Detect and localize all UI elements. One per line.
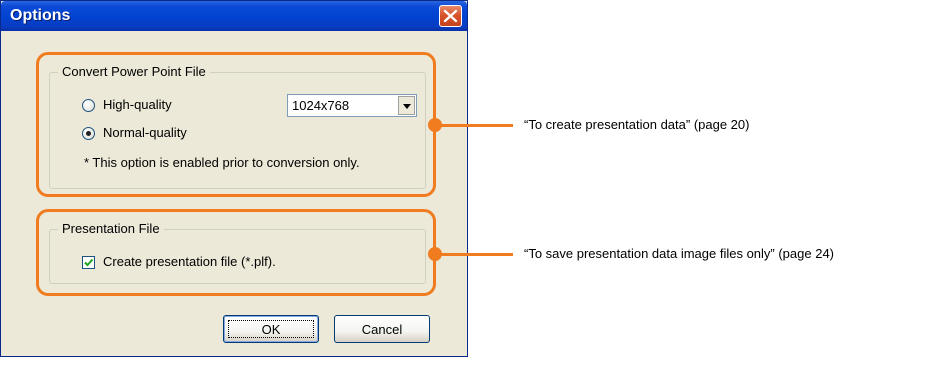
presentation-callout-line (440, 253, 513, 256)
close-icon (443, 9, 458, 23)
cancel-button-label: Cancel (361, 321, 403, 337)
presentation-callout-text: “To save presentation data image files o… (524, 246, 835, 261)
dialog-title: Options (10, 7, 71, 24)
convert-callout-line (440, 124, 513, 127)
convert-highlight-frame (36, 52, 436, 197)
title-bar[interactable]: Options (1, 1, 467, 31)
ok-button[interactable]: OK (223, 315, 319, 343)
focus-ring (228, 320, 314, 338)
cancel-button[interactable]: Cancel (334, 315, 430, 343)
convert-callout-text: “To create presentation data” (page 20) (524, 117, 750, 132)
presentation-highlight-frame (36, 209, 436, 296)
close-button[interactable] (439, 5, 462, 27)
